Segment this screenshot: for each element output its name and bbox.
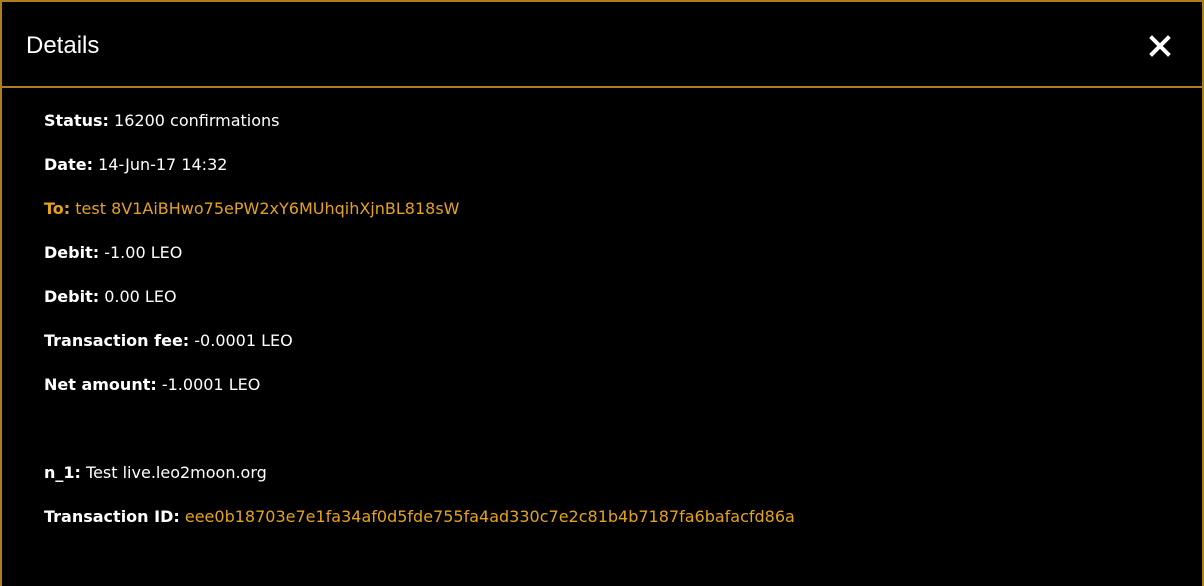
field-debit-2: Debit: 0.00 LEO xyxy=(44,286,795,330)
transaction-id-link[interactable]: eee0b18703e7e1fa34af0d5fde755fa4ad330c7e… xyxy=(185,507,795,526)
field-value: 16200 confirmations xyxy=(114,111,280,130)
field-transaction-fee: Transaction fee: -0.0001 LEO xyxy=(44,330,795,374)
field-n1: n_1: Test live.leo2moon.org xyxy=(44,462,795,506)
field-date: Date: 14-Jun-17 14:32 xyxy=(44,154,795,198)
details-dialog: Details Status: 16200 confirmations Date… xyxy=(0,0,1204,586)
field-value: -0.0001 LEO xyxy=(194,331,293,350)
field-label: Debit: xyxy=(44,243,100,262)
field-label: Debit: xyxy=(44,287,100,306)
field-value: -1.0001 LEO xyxy=(161,375,261,394)
dialog-titlebar: Details xyxy=(2,2,1202,88)
close-icon[interactable] xyxy=(1148,34,1172,58)
field-label: Transaction ID: xyxy=(44,507,180,526)
field-value: 0.00 LEO xyxy=(104,287,177,306)
field-label: Transaction fee: xyxy=(44,331,190,350)
field-status: Status: 16200 confirmations xyxy=(44,110,795,154)
to-address-link[interactable]: test 8V1AiBHwo75ePW2xY6MUhqihXjnBL818sW xyxy=(75,199,459,218)
field-label: Date: xyxy=(44,155,93,174)
field-value: 14-Jun-17 14:32 xyxy=(98,155,228,174)
field-debit: Debit: -1.00 LEO xyxy=(44,242,795,286)
field-label: Net amount: xyxy=(44,375,157,394)
field-value: -1.00 LEO xyxy=(104,243,183,262)
details-content: Status: 16200 confirmations Date: 14-Jun… xyxy=(44,110,795,550)
field-label: Status: xyxy=(44,111,109,130)
field-label: n_1: xyxy=(44,463,81,482)
field-to: To: test 8V1AiBHwo75ePW2xY6MUhqihXjnBL81… xyxy=(44,198,795,242)
dialog-title: Details xyxy=(26,32,100,59)
field-transaction-id: Transaction ID: eee0b18703e7e1fa34af0d5f… xyxy=(44,506,795,550)
field-net-amount: Net amount: -1.0001 LEO xyxy=(44,374,795,418)
field-value: Test live.leo2moon.org xyxy=(86,463,267,482)
field-label: To: xyxy=(44,199,71,218)
